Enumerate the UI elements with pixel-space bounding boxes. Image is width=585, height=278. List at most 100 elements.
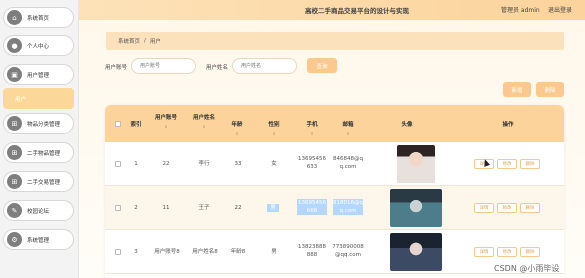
- header-gender-label: 性别: [268, 122, 280, 128]
- delete-button[interactable]: 删除: [520, 247, 540, 257]
- sidebar-item-label: 用户管理: [27, 72, 50, 79]
- grid-icon: ⊞: [7, 174, 22, 189]
- watermark: CSDN @小雨毕设: [494, 264, 560, 273]
- edit-button[interactable]: 修改: [497, 247, 517, 257]
- sidebar-item-label: 个人中心: [27, 43, 50, 50]
- sidebar-item-label: 系统管理: [27, 237, 50, 244]
- edit-button[interactable]: 修改: [497, 159, 517, 169]
- table-header: 索引 用户账号 ⇕ 用户姓名 ⇕ 年龄 ⇕ 性别 ⇕ 手机 ⇕ 邮箱 ⇕ 头像 …: [105, 105, 564, 142]
- sidebar-item-category-management[interactable]: ⊞ 物品分类管理: [3, 113, 74, 134]
- cell-index: 1: [134, 161, 138, 167]
- sort-icon: ⇕: [202, 124, 206, 129]
- sidebar-item-home[interactable]: ⌂ 系统首页: [3, 7, 74, 28]
- breadcrumb-separator: /: [144, 38, 146, 44]
- header-email[interactable]: 邮箱 ⇕: [334, 122, 362, 137]
- header-name[interactable]: 用户姓名 ⇕: [184, 115, 224, 130]
- settings-icon: ⚙: [7, 232, 22, 247]
- breadcrumb-home[interactable]: 系统首页: [118, 37, 140, 45]
- cell-email: 773890008@qq.com: [332, 244, 364, 258]
- sidebar-item-label: 物品分类管理: [27, 121, 61, 128]
- search-button[interactable]: 查询: [307, 58, 337, 73]
- user-avatar: [390, 189, 442, 227]
- cell-name: 王子: [198, 205, 210, 211]
- name-search-label: 用户姓名: [206, 65, 229, 71]
- header-account-label: 用户账号: [154, 115, 177, 121]
- sort-icon: ⇕: [310, 131, 314, 136]
- grid-icon: ⊞: [7, 116, 22, 131]
- sort-icon: ⇕: [235, 131, 239, 136]
- header-age-label: 年龄: [231, 122, 243, 128]
- cell-email: 846848@qq.com: [333, 156, 363, 170]
- select-all-checkbox[interactable]: [115, 121, 121, 127]
- header-name-label: 用户姓名: [192, 115, 215, 121]
- cell-name: 用户姓名8: [192, 249, 218, 255]
- current-user: 管理员 admin: [501, 7, 540, 14]
- home-icon: ⌂: [7, 10, 22, 25]
- row-checkbox[interactable]: [115, 205, 121, 211]
- sidebar-item-label: 二手物品管理: [27, 150, 61, 157]
- delete-button[interactable]: 删除: [520, 203, 540, 213]
- header-avatar: 头像: [401, 122, 413, 128]
- batch-delete-button[interactable]: 删除: [536, 82, 564, 97]
- sidebar-item-label: 系统首页: [27, 15, 50, 22]
- sort-icon: ⇕: [272, 131, 276, 136]
- breadcrumb-current: 用户: [149, 39, 161, 45]
- table-row: 1 22 李行 33 女 13695456633 846848@qq.com 详…: [105, 142, 564, 186]
- cell-age: 22: [234, 205, 242, 211]
- sidebar-subitem-users[interactable]: 用户: [3, 88, 74, 109]
- sidebar-item-forum[interactable]: ✎ 校园论坛: [3, 200, 74, 221]
- top-header: 高校二手商品交易平台的设计与实现 管理员 admin 退出登录: [79, 0, 585, 20]
- cell-index: 2: [134, 205, 138, 211]
- sort-icon: ⇕: [164, 124, 168, 129]
- account-search-label: 用户账号: [105, 65, 128, 71]
- sidebar-item-label: 二手交易管理: [27, 179, 61, 186]
- header-phone-label: 手机: [306, 122, 318, 128]
- row-checkbox[interactable]: [115, 161, 121, 167]
- header-age[interactable]: 年龄 ⇕: [223, 122, 251, 137]
- breadcrumb: 系统首页 / 用户: [106, 32, 564, 50]
- cell-phone: 13695456633: [298, 156, 326, 170]
- add-button[interactable]: 新增: [503, 82, 531, 97]
- row-checkbox[interactable]: [115, 249, 121, 255]
- sidebar-item-label: 用户: [15, 96, 27, 103]
- detail-button[interactable]: 详情: [474, 247, 494, 257]
- cell-account: 用户账号8: [154, 249, 180, 255]
- user-avatar: [390, 233, 442, 271]
- sidebar-item-label: 校园论坛: [27, 208, 50, 215]
- cell-gender: 男: [271, 249, 277, 255]
- sidebar-item-profile[interactable]: ● 个人中心: [3, 35, 74, 56]
- person-icon: ●: [7, 38, 22, 53]
- cell-phone: 13823888888: [298, 244, 326, 258]
- sidebar-item-trade-management[interactable]: ⊞ 二手交易管理: [3, 171, 74, 192]
- site-title: 高校二手商品交易平台的设计与实现: [305, 7, 409, 15]
- edit-button[interactable]: 修改: [497, 203, 517, 213]
- user-table: 索引 用户账号 ⇕ 用户姓名 ⇕ 年龄 ⇕ 性别 ⇕ 手机 ⇕ 邮箱 ⇕ 头像 …: [105, 105, 564, 278]
- cell-email: 818016@qq.com: [333, 199, 363, 215]
- logout-link[interactable]: 退出登录: [548, 5, 572, 14]
- cell-gender: 女: [271, 161, 277, 167]
- header-gender[interactable]: 性别 ⇕: [260, 122, 288, 137]
- cell-age: 33: [234, 161, 242, 167]
- cell-account: 22: [162, 161, 170, 167]
- header-phone[interactable]: 手机 ⇕: [298, 122, 326, 137]
- sidebar-item-system[interactable]: ⚙ 系统管理: [3, 229, 74, 250]
- header-index: 索引: [130, 122, 142, 128]
- sort-icon: ⇕: [346, 131, 350, 136]
- sidebar-item-goods-management[interactable]: ⊞ 二手物品管理: [3, 142, 74, 163]
- header-account[interactable]: 用户账号 ⇕: [146, 115, 186, 130]
- table-row: 2 11 王子 22 男 13695456666 818016@qq.com 详…: [105, 186, 564, 230]
- grid-icon: ⊞: [7, 145, 22, 160]
- cell-gender: 男: [267, 204, 279, 212]
- sidebar-item-user-management[interactable]: ▣ 用户管理: [3, 64, 74, 85]
- cell-index: 3: [134, 249, 138, 255]
- users-icon: ▣: [7, 67, 22, 82]
- sidebar: ⌂ 系统首页 ● 个人中心 ▣ 用户管理 用户 ⊞ 物品分类管理 ⊞ 二手物品管…: [0, 0, 79, 278]
- header-email-label: 邮箱: [342, 122, 354, 128]
- cell-name: 李行: [198, 161, 210, 167]
- cell-age: 年龄8: [230, 249, 246, 255]
- delete-button[interactable]: 删除: [520, 159, 540, 169]
- detail-button[interactable]: 详情: [474, 203, 494, 213]
- cell-account: 11: [162, 205, 170, 211]
- name-search-input[interactable]: [232, 58, 297, 74]
- account-search-input[interactable]: [131, 58, 196, 74]
